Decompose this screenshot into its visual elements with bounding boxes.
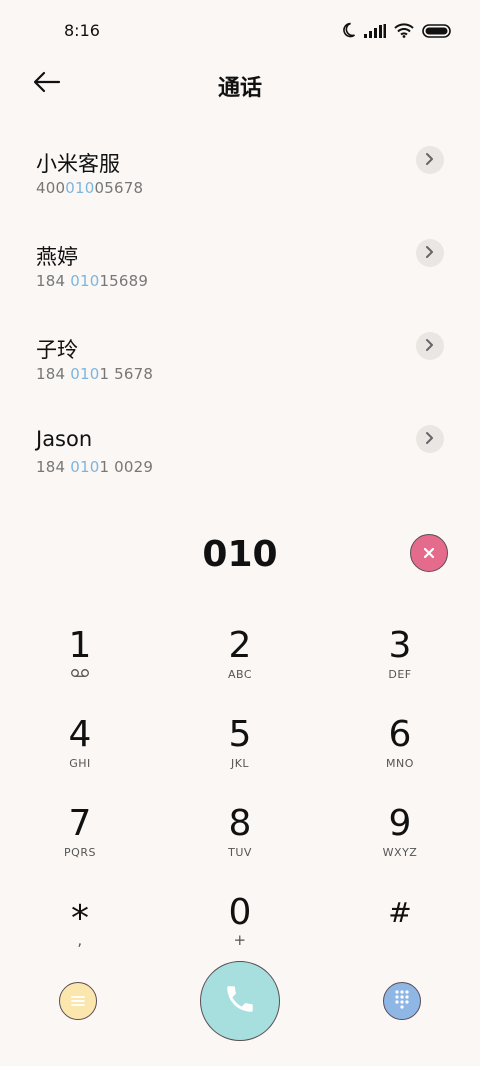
contact-name: 小米客服 <box>36 152 120 176</box>
key-digit: 9 <box>388 803 412 844</box>
key-letters: ABC <box>227 668 253 681</box>
battery-icon <box>422 23 452 42</box>
key-6[interactable]: 6 MNO <box>320 709 480 798</box>
key-digit: 0 <box>228 892 252 933</box>
moon-icon <box>340 22 356 42</box>
menu-icon <box>71 992 85 1011</box>
keypad-row: 1 2 ABC 3 DEF <box>0 620 480 709</box>
dialed-number: 010 <box>202 534 278 575</box>
keypad-toggle-button[interactable] <box>383 982 421 1020</box>
key-8[interactable]: 8 TUV <box>160 798 320 887</box>
bottom-action-bar <box>0 960 480 1042</box>
key-7[interactable]: 7 PQRS <box>0 798 160 887</box>
contact-number: 40001005678 <box>36 179 144 197</box>
header: 通话 <box>0 62 480 106</box>
key-3[interactable]: 3 DEF <box>320 620 480 709</box>
contact-detail-button[interactable] <box>416 239 444 267</box>
key-2[interactable]: 2 ABC <box>160 620 320 709</box>
key-letters: WXYZ <box>382 846 418 859</box>
menu-button[interactable] <box>59 982 97 1020</box>
key-letters <box>0 668 160 681</box>
status-bar: 8:16 <box>0 0 480 62</box>
key-letters: + <box>233 931 247 949</box>
keypad-row: 7 PQRS 8 TUV 9 WXYZ <box>0 798 480 887</box>
key-digit: 1 <box>68 625 92 666</box>
contact-detail-button[interactable] <box>416 425 444 453</box>
phone-icon <box>223 982 257 1020</box>
number-match: 010 <box>70 272 100 290</box>
contact-number: 184 0101 0029 <box>36 458 154 476</box>
key-4[interactable]: 4 GHI <box>0 709 160 798</box>
key-9[interactable]: 9 WXYZ <box>320 798 480 887</box>
key-letters: , <box>77 931 83 949</box>
list-item[interactable]: 子玲 184 0101 5678 <box>0 314 480 407</box>
key-5[interactable]: 5 JKL <box>160 709 320 798</box>
key-letters: MNO <box>386 757 414 770</box>
status-icons <box>340 22 452 42</box>
key-letters: PQRS <box>64 846 96 859</box>
call-button[interactable] <box>200 961 280 1041</box>
key-1[interactable]: 1 <box>0 620 160 709</box>
contact-number: 184 01015689 <box>36 272 149 290</box>
key-digit: 5 <box>228 714 252 755</box>
keypad: 1 2 ABC 3 DEF 4 GHI 5 JKL 6 MNO 7 PQRS 8… <box>0 620 480 976</box>
signal-icon <box>364 23 386 42</box>
delete-digit-button[interactable] <box>410 534 448 572</box>
key-digit: 6 <box>388 714 412 755</box>
list-item[interactable]: 燕婷 184 01015689 <box>0 221 480 314</box>
contact-name: 子玲 <box>36 338 78 362</box>
status-time: 8:16 <box>64 21 100 40</box>
contact-number: 184 0101 5678 <box>36 365 154 383</box>
contact-detail-button[interactable] <box>416 146 444 174</box>
contact-detail-button[interactable] <box>416 332 444 360</box>
number-match: 010 <box>70 458 100 476</box>
number-match: 010 <box>70 365 100 383</box>
key-digit: 8 <box>228 803 252 844</box>
contact-name: Jason <box>36 427 93 451</box>
contact-list: 小米客服 40001005678 燕婷 184 01015689 子玲 184 … <box>0 128 480 500</box>
keypad-row: 4 GHI 5 JKL 6 MNO <box>0 709 480 798</box>
chevron-right-icon <box>425 337 435 356</box>
close-icon <box>423 544 435 563</box>
dialpad-icon <box>394 989 410 1013</box>
chevron-right-icon <box>425 430 435 449</box>
key-digit: 4 <box>68 714 92 755</box>
key-digit: 2 <box>228 625 252 666</box>
wifi-icon <box>394 22 414 42</box>
key-letters: DEF <box>388 668 412 681</box>
key-letters: JKL <box>230 757 250 770</box>
chevron-right-icon <box>425 244 435 263</box>
number-match: 010 <box>65 179 95 197</box>
list-item[interactable]: Jason 184 0101 0029 <box>0 407 480 500</box>
contact-name: 燕婷 <box>36 245 78 269</box>
key-letters: GHI <box>69 757 91 770</box>
page-title: 通话 <box>217 76 262 101</box>
chevron-right-icon <box>425 151 435 170</box>
key-digit: 7 <box>68 803 92 844</box>
voicemail-icon <box>70 668 90 681</box>
key-letters: TUV <box>228 846 252 859</box>
key-digit: 3 <box>388 625 412 666</box>
list-item[interactable]: 小米客服 40001005678 <box>0 128 480 221</box>
key-digit: # <box>388 896 412 929</box>
